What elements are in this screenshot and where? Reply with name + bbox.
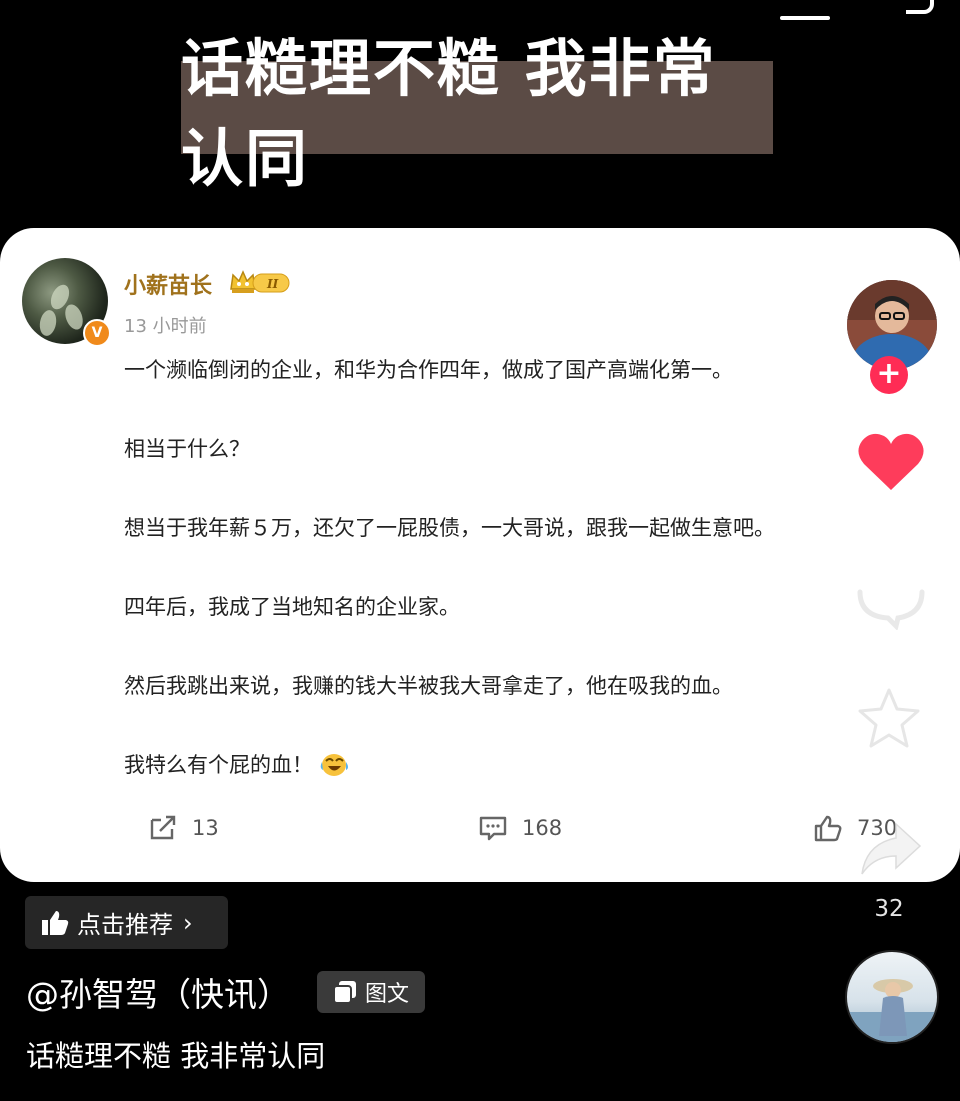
post-time: 13 小时前: [124, 316, 207, 337]
share-icon[interactable]: [858, 818, 924, 878]
post-paragraph: 然后我跳出来说，我赚的钱大半被我大哥拿走了，他在吸我的血。: [124, 674, 733, 698]
comment-count: 168: [522, 816, 563, 840]
music-disc[interactable]: [845, 950, 939, 1044]
post-paragraph: 相当于什么？: [124, 437, 250, 461]
post-actions: 13 168 730: [0, 810, 960, 850]
share-count: 32: [874, 896, 904, 922]
comment-button[interactable]: 168: [478, 814, 562, 842]
post-paragraph: 四年后，我成了当地知名的企业家。: [124, 595, 460, 619]
like-icon: [814, 815, 842, 842]
heart-icon[interactable]: [856, 430, 926, 494]
thumb-icon: [42, 910, 69, 935]
comment-bubble-icon[interactable]: [856, 580, 926, 630]
image-text-icon: [332, 981, 356, 1004]
repost-icon: [150, 815, 176, 840]
post-paragraph-text: 我特么有个屁的血！: [124, 753, 313, 777]
headline: 话糙理不糙 我非常认同: [181, 32, 773, 195]
menu-icon[interactable]: [780, 16, 830, 20]
recommend-label: 点击推荐: [77, 911, 173, 939]
star-icon[interactable]: [856, 686, 922, 752]
recommend-button[interactable]: 点击推荐 ›: [25, 896, 228, 949]
post-paragraph: 一个濒临倒闭的企业，和华为合作四年，做成了国产高端化第一。: [124, 358, 733, 382]
post-body: 一个濒临倒闭的企业，和华为合作四年，做成了国产高端化第一。 相当于什么？ 想当于…: [124, 350, 884, 824]
post-author-name[interactable]: 小薪苗长: [124, 268, 212, 300]
level-badge-text: II: [266, 277, 279, 291]
video-screen: 话糙理不糙 我非常认同 V 小薪苗长 II 13 小时前 一个濒临倒闭的企业，和…: [0, 0, 960, 1101]
laugh-cry-emoji: [320, 754, 348, 776]
post-paragraph: 想当于我年薪５万，还欠了一屁股债，一大哥说，跟我一起做生意吧。: [124, 516, 775, 540]
content-type-badge: 图文: [317, 971, 425, 1013]
repost-count: 13: [192, 816, 219, 840]
video-caption: 话糙理不糙 我非常认同: [26, 1039, 326, 1073]
comment-icon: [479, 816, 507, 841]
crown-badge-icon: II: [230, 270, 290, 293]
search-icon[interactable]: [906, 0, 934, 14]
music-disc-photo: [847, 979, 937, 1042]
repost-button[interactable]: 13: [148, 814, 219, 842]
weibo-post-card: V 小薪苗长 II 13 小时前 一个濒临倒闭的企业，和华为合作四年，做成了国产…: [0, 228, 960, 882]
verified-icon: V: [83, 319, 111, 347]
chevron-right-icon: ›: [183, 908, 193, 937]
follow-plus-icon[interactable]: +: [870, 356, 908, 394]
content-type-label: 图文: [364, 982, 409, 1007]
creator-username[interactable]: @孙智驾（快讯）: [26, 968, 290, 1016]
